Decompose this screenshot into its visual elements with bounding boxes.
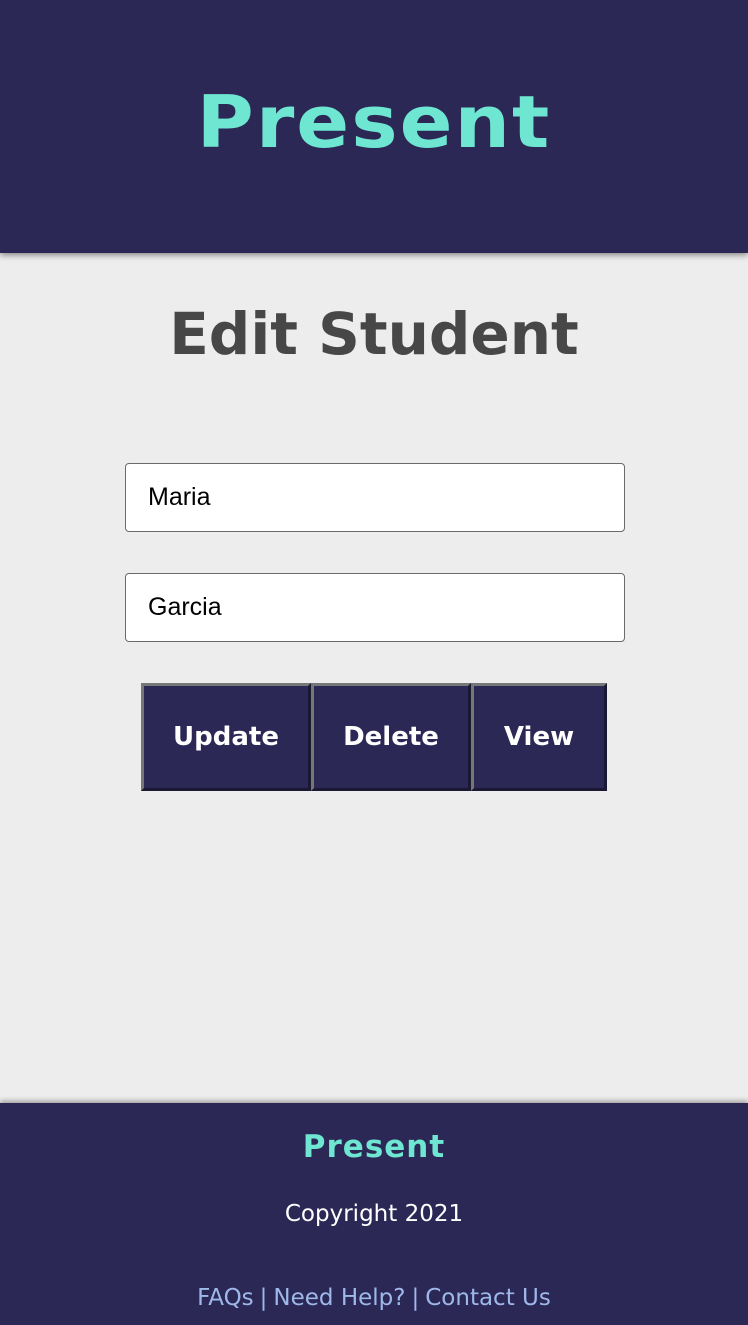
- action-buttons: Update Delete View: [141, 683, 607, 791]
- faqs-link[interactable]: FAQs: [197, 1285, 254, 1311]
- page-title: Edit Student: [169, 300, 579, 368]
- view-button[interactable]: View: [471, 683, 607, 791]
- footer-links: FAQs | Need Help? | Contact Us: [0, 1285, 748, 1311]
- update-button[interactable]: Update: [141, 683, 311, 791]
- need-help-link[interactable]: Need Help?: [273, 1285, 405, 1311]
- header-logo[interactable]: Present: [197, 81, 552, 164]
- link-separator: |: [411, 1285, 420, 1311]
- footer-logo: Present: [302, 1129, 446, 1165]
- page: Present Edit Student Update Delete View …: [0, 0, 748, 1325]
- link-separator: |: [259, 1285, 268, 1311]
- last-name-input[interactable]: [125, 573, 625, 642]
- copyright-text: Copyright 2021: [284, 1201, 464, 1227]
- first-name-input[interactable]: [125, 463, 625, 532]
- site-header: Present: [0, 0, 748, 253]
- contact-us-link[interactable]: Contact Us: [425, 1285, 551, 1311]
- delete-button[interactable]: Delete: [311, 683, 471, 791]
- site-footer: Present Copyright 2021 FAQs | Need Help? | C…: [0, 1103, 748, 1325]
